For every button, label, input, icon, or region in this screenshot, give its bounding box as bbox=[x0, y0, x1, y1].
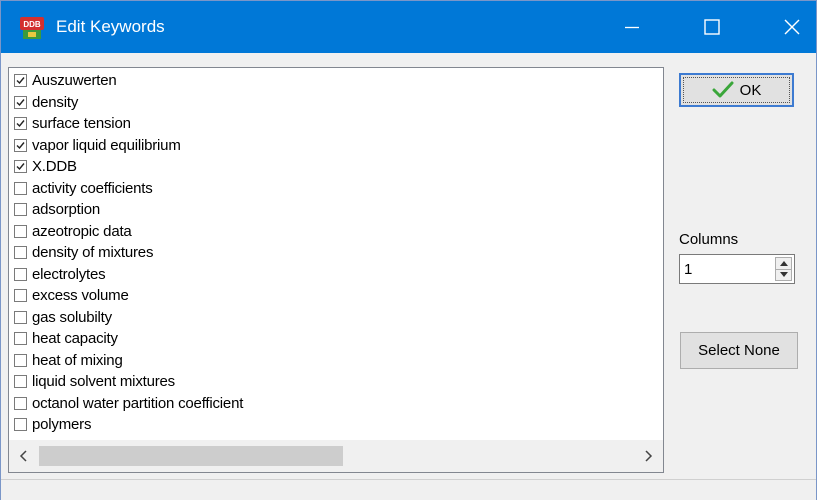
chevron-left-icon bbox=[19, 450, 27, 462]
checkmark-icon bbox=[16, 163, 25, 171]
columns-input[interactable] bbox=[680, 255, 774, 283]
columns-label: Columns bbox=[679, 231, 739, 248]
checkmark-icon bbox=[712, 81, 734, 98]
svg-text:DDB: DDB bbox=[23, 20, 41, 29]
checkmark-icon bbox=[16, 98, 25, 106]
keyword-item[interactable]: excess volume bbox=[9, 285, 663, 307]
keyword-checkbox[interactable] bbox=[14, 117, 27, 130]
title-bar[interactable]: DDB Edit Keywords bbox=[1, 1, 816, 53]
ok-button-label: OK bbox=[739, 81, 762, 99]
keyword-item[interactable]: heat capacity bbox=[9, 328, 663, 350]
keyword-label: heat of mixing bbox=[32, 351, 123, 369]
columns-stepper[interactable] bbox=[679, 254, 795, 284]
spin-down-button[interactable] bbox=[776, 269, 791, 280]
triangle-up-icon bbox=[779, 261, 788, 266]
spin-buttons bbox=[775, 257, 792, 281]
keyword-item[interactable]: electrolytes bbox=[9, 264, 663, 286]
ok-button[interactable]: OK bbox=[679, 73, 794, 107]
keyword-label: Auszuwerten bbox=[32, 72, 117, 89]
keyword-label: activity coefficients bbox=[32, 179, 153, 197]
keyword-item[interactable]: azeotropic data bbox=[9, 221, 663, 243]
scrollbar-thumb[interactable] bbox=[39, 446, 343, 466]
keyword-checkbox[interactable] bbox=[14, 289, 27, 302]
scroll-left-button[interactable] bbox=[9, 440, 39, 472]
keyword-item[interactable]: adsorption bbox=[9, 199, 663, 221]
edit-keywords-dialog: DDB Edit Keywords Auszuwerten density surf… bbox=[0, 0, 817, 500]
triangle-down-icon bbox=[779, 272, 788, 277]
scroll-right-button[interactable] bbox=[633, 440, 663, 472]
status-bar bbox=[1, 479, 816, 500]
checkmark-icon bbox=[16, 120, 25, 128]
keyword-label: polymers bbox=[32, 416, 92, 433]
keyword-item[interactable]: density bbox=[9, 92, 663, 114]
keyword-checkbox[interactable] bbox=[14, 181, 27, 195]
keyword-label: X.DDB bbox=[32, 158, 77, 175]
keyword-label: adsorption bbox=[32, 201, 101, 218]
keyword-checkbox[interactable] bbox=[14, 375, 27, 388]
keyword-list: Auszuwerten density surface tension vapor l… bbox=[9, 70, 663, 436]
keyword-label: excess volume bbox=[32, 287, 129, 304]
keyword-label: liquid solvent mixtures bbox=[32, 373, 175, 390]
keyword-checkbox[interactable] bbox=[14, 267, 27, 281]
keyword-item[interactable]: surface tension bbox=[9, 113, 663, 135]
minimize-button[interactable] bbox=[591, 1, 673, 53]
keyword-checkbox[interactable] bbox=[14, 224, 27, 238]
keyword-checkbox[interactable] bbox=[14, 160, 27, 173]
keyword-checkbox[interactable] bbox=[14, 353, 27, 367]
keyword-checkbox[interactable] bbox=[14, 418, 27, 431]
horizontal-scrollbar[interactable] bbox=[9, 440, 663, 472]
minimize-icon bbox=[625, 26, 639, 29]
keyword-checkbox[interactable] bbox=[14, 74, 27, 87]
checkmark-icon bbox=[16, 77, 25, 85]
keyword-item[interactable]: Auszuwerten bbox=[9, 70, 663, 92]
keywords-checklist[interactable]: Auszuwerten density surface tension vapor l… bbox=[8, 67, 664, 473]
ddb-app-icon: DDB bbox=[20, 17, 44, 39]
keyword-item[interactable]: activity coefficients bbox=[9, 178, 663, 200]
keyword-item[interactable]: vapor liquid equilibrium bbox=[9, 135, 663, 157]
keyword-checkbox[interactable] bbox=[14, 203, 27, 216]
keyword-label: heat capacity bbox=[32, 330, 118, 347]
close-button[interactable] bbox=[751, 1, 817, 53]
keyword-label: electrolytes bbox=[32, 265, 106, 283]
keyword-item[interactable]: gas solubilty bbox=[9, 307, 663, 329]
keyword-label: density of mixtures bbox=[32, 244, 154, 261]
keyword-checkbox[interactable] bbox=[14, 310, 27, 324]
keyword-checkbox[interactable] bbox=[14, 246, 27, 259]
keyword-item[interactable]: X.DDB bbox=[9, 156, 663, 178]
keyword-item[interactable]: octanol water partition coefficient bbox=[9, 393, 663, 415]
keyword-checkbox[interactable] bbox=[14, 95, 27, 109]
keyword-label: azeotropic data bbox=[32, 222, 132, 240]
keyword-label: gas solubilty bbox=[32, 308, 112, 326]
keyword-checkbox[interactable] bbox=[14, 332, 27, 345]
keyword-item[interactable]: polymers bbox=[9, 414, 663, 436]
maximize-button[interactable] bbox=[671, 1, 753, 53]
window-title: Edit Keywords bbox=[56, 17, 165, 36]
keyword-label: density bbox=[32, 93, 79, 111]
close-icon bbox=[784, 19, 800, 35]
select-none-button[interactable]: Select None bbox=[680, 332, 798, 369]
keyword-item[interactable]: density of mixtures bbox=[9, 242, 663, 264]
keyword-checkbox[interactable] bbox=[14, 396, 27, 410]
keyword-label: octanol water partition coefficient bbox=[32, 394, 244, 412]
keyword-item[interactable]: liquid solvent mixtures bbox=[9, 371, 663, 393]
keyword-label: vapor liquid equilibrium bbox=[32, 136, 181, 154]
chevron-right-icon bbox=[645, 450, 653, 462]
checkmark-icon bbox=[16, 141, 25, 149]
keyword-label: surface tension bbox=[32, 115, 131, 132]
keyword-item[interactable]: heat of mixing bbox=[9, 350, 663, 372]
keyword-checkbox[interactable] bbox=[14, 138, 27, 152]
maximize-icon bbox=[704, 19, 720, 35]
